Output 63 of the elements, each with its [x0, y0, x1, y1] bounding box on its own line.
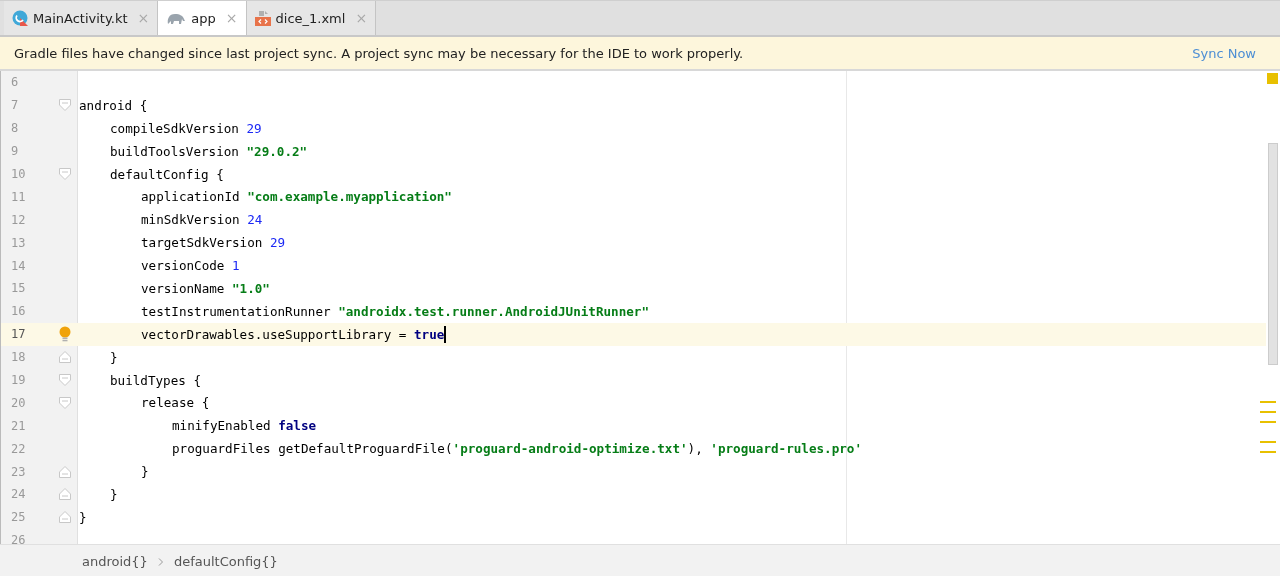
code-line: compileSdkVersion 29: [110, 120, 262, 136]
lightbulb-icon[interactable]: [59, 326, 71, 343]
code-line: buildTypes {: [110, 372, 201, 388]
code-line: buildToolsVersion "29.0.2": [110, 143, 308, 159]
line-number: 24: [10, 487, 27, 502]
code-line: versionName "1.0": [141, 280, 270, 296]
line-number: 23: [10, 464, 27, 479]
code-line: }: [110, 486, 118, 502]
code-line: }: [79, 509, 87, 525]
line-number: 19: [10, 373, 27, 387]
line-number: 7: [10, 98, 20, 113]
code-line: vectorDrawables.useSupportLibrary = true: [141, 326, 445, 342]
line-number: 20: [10, 395, 27, 410]
line-number: 8: [10, 121, 20, 136]
code-line: targetSdkVersion 29: [141, 235, 286, 251]
code-line: }: [110, 349, 118, 365]
scrollbar-thumb[interactable]: [1268, 143, 1278, 365]
line-number: 15: [10, 281, 27, 296]
text-caret: [444, 325, 447, 343]
line-number: 11: [10, 189, 27, 204]
code-line: testInstrumentationRunner "androidx.test.runner.AndroidJUnitRunner": [141, 303, 649, 319]
fold-marker-icon[interactable]: [59, 351, 71, 364]
line-number: 14: [10, 258, 27, 273]
line-number: 16: [10, 304, 27, 319]
fold-marker-icon[interactable]: [59, 488, 71, 501]
code-line: applicationId "com.example.myapplication": [141, 189, 452, 205]
line-number: 26: [10, 533, 27, 544]
editor-tab[interactable]: MainActivity.kt ×: [4, 1, 159, 35]
fold-marker-icon[interactable]: [59, 374, 71, 386]
code-line: release {: [141, 395, 210, 411]
fold-marker-icon[interactable]: [59, 465, 71, 478]
chevron-icon: [157, 557, 164, 566]
fold-marker-icon[interactable]: [59, 511, 71, 524]
line-number: 22: [10, 441, 27, 456]
line-number: 25: [10, 510, 27, 525]
breadcrumb-item[interactable]: defaultConfig{}: [173, 554, 278, 569]
code-line: minifyEnabled false: [172, 418, 317, 434]
line-number: 21: [10, 418, 27, 433]
fold-marker-icon[interactable]: [59, 168, 71, 180]
line-number: 17: [10, 327, 27, 342]
editor-tab[interactable]: dice_1.xml ×: [246, 1, 377, 35]
line-number: 18: [10, 350, 27, 365]
line-number: 9: [10, 144, 20, 159]
line-number: 10: [10, 167, 27, 181]
kotlin-file-icon: [12, 10, 28, 26]
editor-tab[interactable]: app ×: [158, 1, 247, 35]
code-line: versionCode 1: [141, 258, 240, 274]
elephant-icon: [166, 11, 187, 25]
breadcrumb-item[interactable]: android{}: [82, 554, 148, 569]
line-number: 12: [10, 212, 27, 227]
banner-message: Gradle files have changed since last project sync. A project sync may be necessary for the IDE to work properly.: [14, 45, 744, 61]
warning-markers-icon: [1260, 401, 1276, 454]
fold-marker-icon[interactable]: [59, 396, 71, 409]
xml-file-icon: [254, 10, 271, 26]
code-line: defaultConfig {: [110, 166, 224, 182]
code-line: minSdkVersion 24: [141, 212, 263, 228]
line-number: 13: [10, 235, 27, 250]
line-number: 6: [10, 75, 20, 90]
code-line: }: [141, 464, 149, 480]
fold-marker-icon[interactable]: [59, 99, 71, 112]
code-line: android {: [79, 97, 148, 113]
code-line: proguardFiles getDefaultProguardFile('proguard-android-optimize.txt'), 'proguard-rules.pro': [172, 441, 862, 457]
warning-status-icon: [1267, 73, 1278, 84]
